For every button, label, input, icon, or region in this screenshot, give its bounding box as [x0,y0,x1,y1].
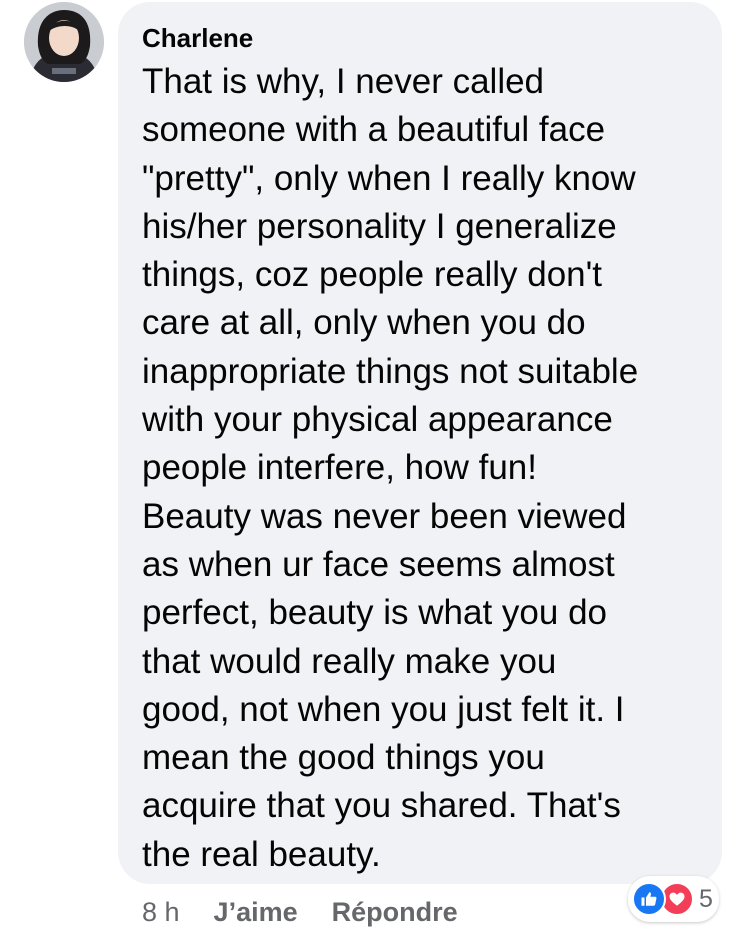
comment-text: That is why, I never called someone with… [142,62,639,874]
like-icon [632,882,666,916]
comment: Charlene That is why, I never called som… [0,0,750,928]
like-button[interactable]: J’aime [214,897,298,928]
avatar[interactable] [24,2,104,82]
author-name[interactable]: Charlene [142,18,704,58]
comment-bubble: Charlene That is why, I never called som… [118,2,722,884]
reaction-count: 5 [699,884,713,913]
comment-actions: 8 h J’aime Répondre [142,892,492,928]
reply-button[interactable]: Répondre [332,897,458,928]
reaction-summary[interactable]: 5 [628,876,719,922]
timestamp[interactable]: 8 h [142,897,180,928]
